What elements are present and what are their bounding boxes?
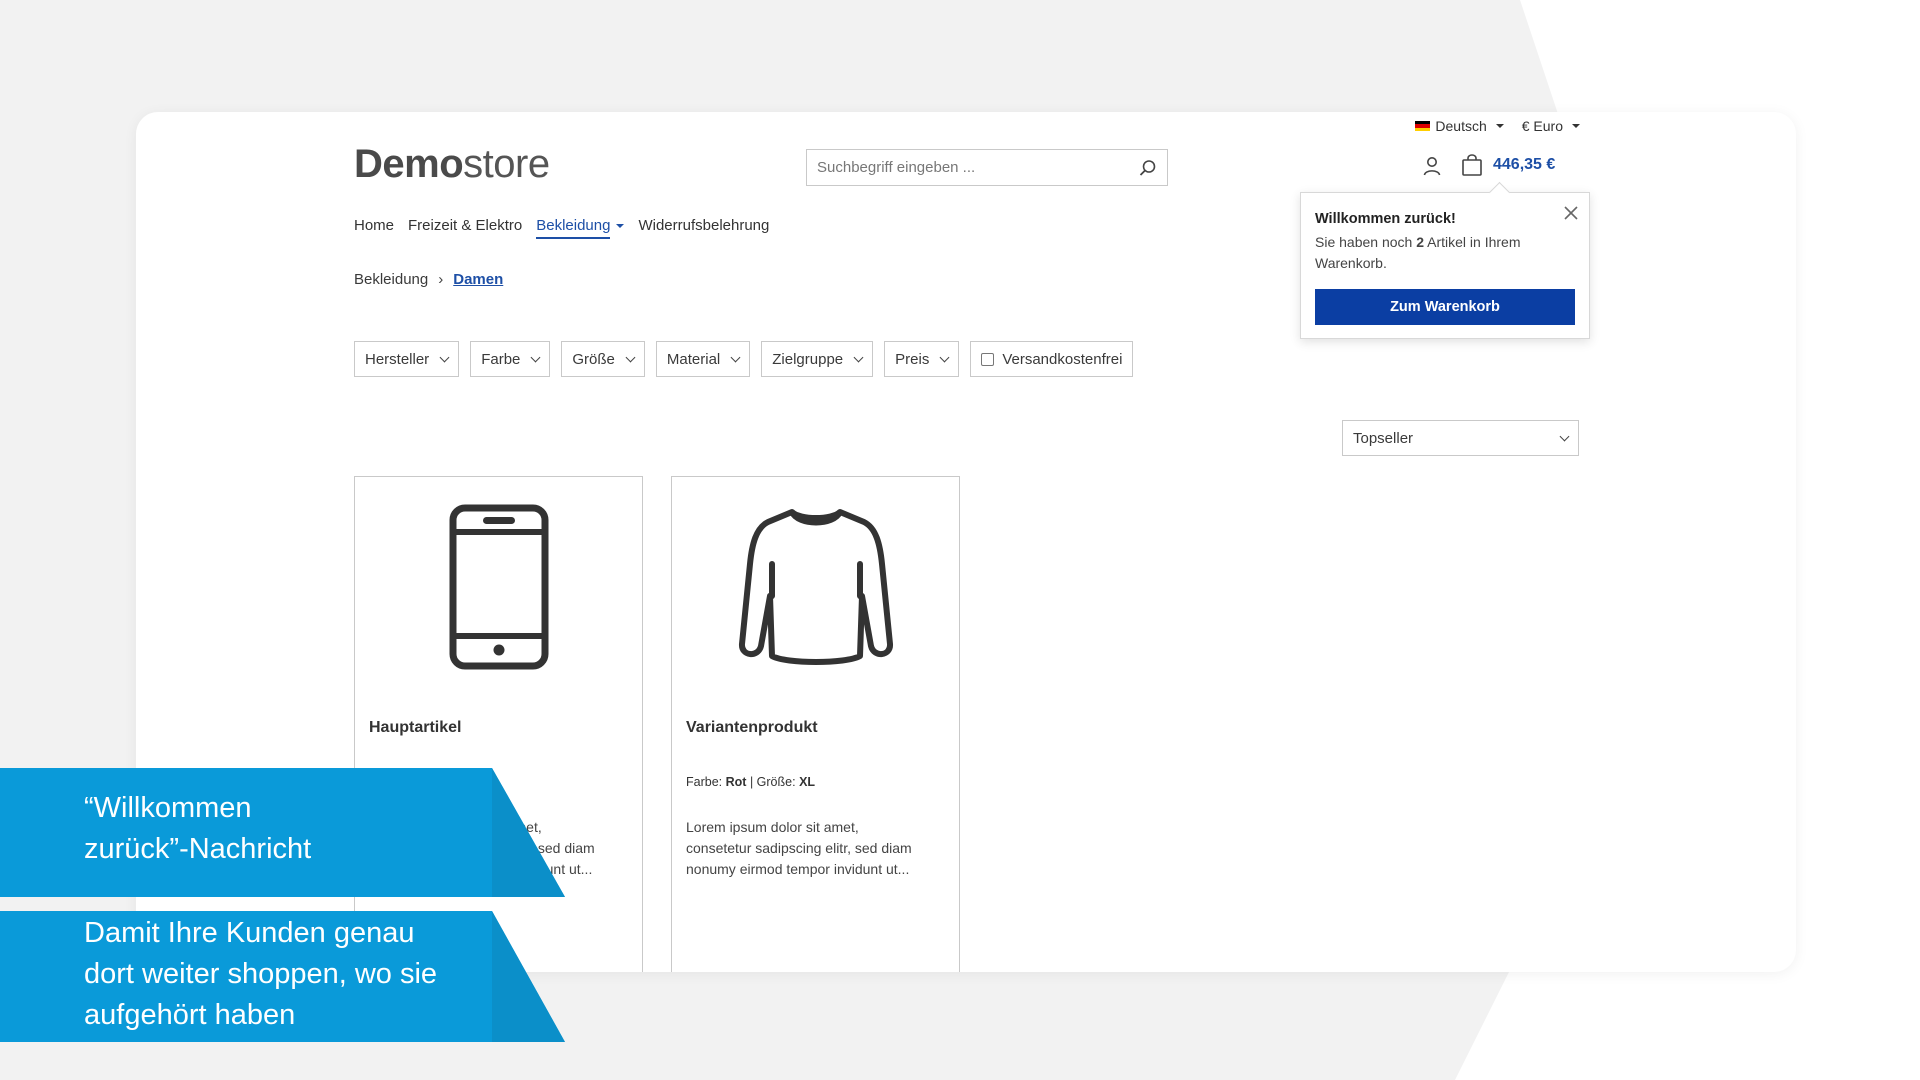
variant-color: Rot [725, 775, 747, 789]
product-image [355, 477, 642, 677]
close-icon[interactable] [1563, 205, 1579, 221]
filter-farbe[interactable]: Farbe [470, 341, 551, 377]
product-card[interactable]: Variantenprodukt Farbe: Rot | Größe: XL … [671, 476, 960, 972]
filter-groesse[interactable]: Größe [561, 341, 645, 377]
filter-label: Preis [895, 350, 930, 368]
search-icon[interactable] [1139, 159, 1157, 177]
chevron-down-icon [439, 352, 450, 362]
sweater-icon [738, 509, 893, 665]
top-bar: Deutsch € Euro [1415, 118, 1580, 134]
currency-switcher[interactable]: € Euro [1522, 118, 1580, 134]
user-icon [1423, 157, 1441, 176]
chevron-down-icon [730, 352, 741, 362]
product-description: Lorem ipsum dolor sit amet, consetetur s… [686, 817, 948, 880]
chevron-right-icon: › [438, 271, 444, 288]
variant-color-label: Farbe: [686, 775, 723, 789]
language-label: Deutsch [1435, 118, 1487, 134]
chevron-down-icon [1559, 431, 1570, 441]
chevron-down-icon [625, 352, 636, 362]
chevron-down-icon [939, 352, 950, 362]
product-name[interactable]: Variantenprodukt [686, 719, 818, 737]
description-line: nonumy eirmod tempor invidunt ut... [686, 861, 910, 877]
banner-description-text: Damit Ihre Kunden genau dort weiter shop… [84, 911, 565, 1036]
banner-title-text: “Willkommen zurück”-Nachricht [84, 768, 565, 870]
search-bar [806, 149, 1168, 186]
caret-down-icon [616, 224, 625, 229]
currency-label: € Euro [1521, 118, 1563, 134]
logo-light: store [463, 142, 550, 186]
chevron-down-icon [530, 352, 541, 362]
nav-item-bekleidung-wrap: Bekleidung [536, 217, 625, 239]
breadcrumb-parent[interactable]: Bekleidung [354, 271, 428, 288]
store-logo[interactable]: Demostore [354, 142, 550, 187]
filter-label: Zielgruppe [772, 350, 844, 368]
filter-preis[interactable]: Preis [884, 341, 960, 377]
cart-total: 446,35 € [1493, 156, 1556, 173]
breadcrumb: Bekleidung › Damen [354, 271, 503, 288]
nav-item-home[interactable]: Home [354, 217, 394, 237]
banner-line: Damit Ihre Kunden genau [84, 917, 415, 949]
popup-count: 2 [1416, 234, 1424, 250]
filter-bar: Hersteller Farbe Größe Material Zielgrup… [354, 341, 1134, 377]
filter-material[interactable]: Material [655, 341, 751, 377]
bag-icon [1462, 154, 1482, 176]
cart-button[interactable]: 446,35 € [1461, 154, 1555, 176]
variant-size-label: Größe: [756, 775, 796, 789]
go-to-cart-button[interactable]: Zum Warenkorb [1315, 289, 1575, 325]
logo-bold: Demo [354, 142, 464, 186]
banner-line: “Willkommen [84, 792, 252, 824]
checkbox[interactable] [981, 352, 995, 366]
filter-label: Farbe [481, 350, 521, 368]
variant-size: XL [799, 775, 816, 789]
language-switcher[interactable]: Deutsch [1415, 118, 1504, 134]
variant-separator: | [749, 775, 754, 789]
account-button[interactable] [1422, 156, 1442, 181]
sort-selected: Topseller [1353, 429, 1414, 447]
banner-line: zurück”-Nachricht [84, 833, 312, 865]
popup-text-before: Sie haben noch [1315, 234, 1417, 250]
product-card[interactable]: Hauptartikel Lorem ipsum dolor sit amet,… [354, 476, 643, 972]
sort-select[interactable]: Topseller [1342, 420, 1579, 456]
product-name[interactable]: Hauptartikel [369, 719, 461, 737]
smartphone-icon [449, 504, 548, 670]
product-image [672, 477, 959, 677]
filter-versandkostenfrei[interactable]: Versandkostenfrei [970, 341, 1134, 377]
popup-text: Sie haben noch 2 Artikel in Ihrem Warenk… [1315, 232, 1575, 274]
banner-line: aufgehört haben [84, 999, 296, 1031]
search-input[interactable] [817, 159, 1139, 176]
chevron-down-icon [853, 352, 864, 362]
feature-banner-title: “Willkommen zurück”-Nachricht [0, 768, 565, 897]
german-flag-icon [1415, 121, 1431, 131]
description-line: Lorem ipsum dolor sit amet, [686, 819, 859, 835]
filter-label: Größe [572, 350, 615, 368]
filter-zielgruppe[interactable]: Zielgruppe [761, 341, 874, 377]
description-line: consetetur sadipscing elitr, sed diam [686, 840, 912, 856]
filter-label: Material [666, 350, 721, 368]
product-variant: Farbe: Rot | Größe: XL [686, 775, 815, 789]
welcome-back-popup: Willkommen zurück! Sie haben noch 2 Arti… [1300, 192, 1590, 339]
caret-down-icon [1572, 124, 1580, 128]
nav-item-bekleidung[interactable]: Bekleidung [536, 217, 611, 239]
caret-down-icon [1495, 124, 1504, 128]
feature-banner-description: Damit Ihre Kunden genau dort weiter shop… [0, 911, 565, 1042]
popup-title: Willkommen zurück! [1315, 211, 1456, 227]
banner-line: dort weiter shoppen, wo sie [84, 958, 438, 990]
filter-hersteller[interactable]: Hersteller [354, 341, 460, 377]
nav-item-freizeit-elektro[interactable]: Freizeit & Elektro [408, 217, 522, 237]
main-nav: Home Freizeit & Elektro Bekleidung Wider… [354, 217, 769, 239]
filter-label: Hersteller [365, 350, 430, 368]
breadcrumb-current[interactable]: Damen [453, 271, 503, 288]
filter-label: Versandkostenfrei [1002, 350, 1123, 368]
nav-item-widerrufsbelehrung[interactable]: Widerrufsbelehrung [638, 217, 769, 237]
